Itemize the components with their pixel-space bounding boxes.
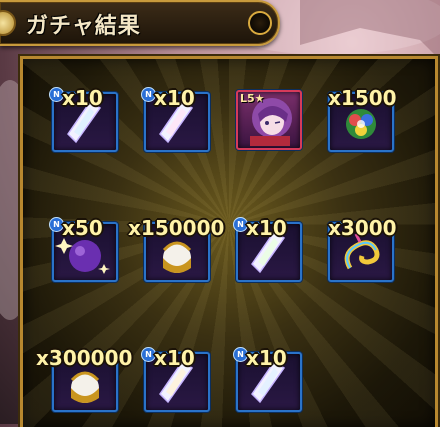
item-quantity: x150000 (128, 216, 225, 240)
item-quantity: x10 (154, 86, 195, 110)
ornament-icon (248, 11, 272, 35)
item-quantity: x10 (246, 346, 287, 370)
item-quantity: x1500 (328, 86, 397, 110)
emblem-icon (0, 10, 16, 36)
result-item-character[interactable]: L5★ (236, 90, 302, 150)
item-quantity: x50 (62, 216, 103, 240)
item-quantity: x10 (246, 216, 287, 240)
page-title: ガチャ結果 (26, 14, 141, 39)
item-quantity: x300000 (36, 346, 133, 370)
item-quantity: x10 (154, 346, 195, 370)
header-banner: ガチャ結果 (0, 0, 280, 46)
rank-label: L5★ (240, 92, 265, 105)
item-quantity: x3000 (328, 216, 397, 240)
item-quantity: x10 (62, 86, 103, 110)
